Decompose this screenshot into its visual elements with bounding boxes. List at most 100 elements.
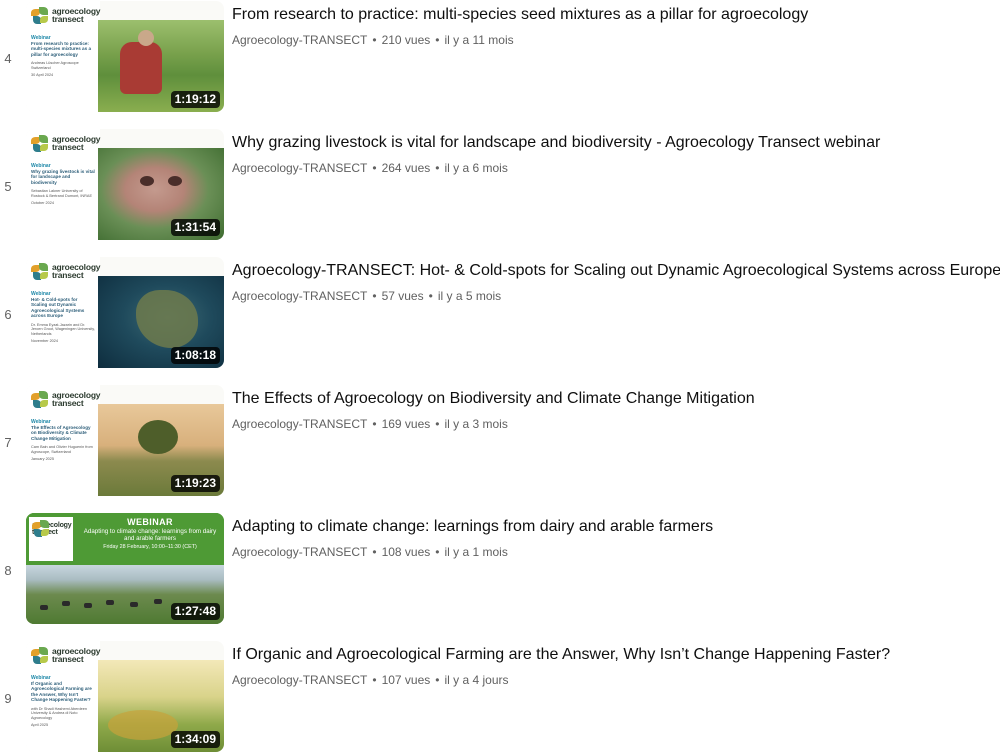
agroecology-transect-logo-icon: agroecologytransect (31, 135, 101, 157)
separator-dot: • (428, 289, 433, 303)
channel-name[interactable]: Agroecology-TRANSECT (232, 161, 367, 175)
slide-title: From research to practice: multi-species… (31, 41, 92, 57)
playlist-video-list: 4 agroecology transect Webinar From resea… (0, 0, 1000, 755)
agroecology-transect-logo-icon: agroecologytransect (31, 391, 101, 413)
playlist-index: 5 (4, 179, 12, 194)
upload-age: il y a 11 mois (444, 33, 514, 47)
agroecology-transect-logo-icon: agroecologytransect (29, 517, 73, 561)
channel-name[interactable]: Agroecology-TRANSECT (232, 545, 367, 559)
duration-badge: 1:31:54 (170, 219, 220, 236)
slide-date: 30 April 2024 (31, 73, 54, 78)
duration-badge: 1:27:48 (170, 603, 220, 620)
banner-kicker: WEBINAR (127, 517, 173, 527)
playlist-item[interactable]: 4 agroecology transect Webinar From resea… (0, 1, 1000, 113)
view-count: 107 vues (381, 673, 431, 687)
video-metadata: Agroecology-TRANSECT • 210 vues • il y a 11 … (232, 33, 1000, 47)
separator-dot: • (435, 33, 440, 47)
view-count: 108 vues (381, 545, 431, 559)
channel-name[interactable]: Agroecology-TRANSECT (232, 289, 367, 303)
video-thumbnail[interactable]: agroecology transect Webinar From researc… (26, 1, 224, 112)
video-metadata: Agroecology-TRANSECT • 264 vues • il y a 6 m… (232, 161, 1000, 175)
video-thumbnail[interactable]: agroecologytransect WEBINAR Adapting to … (26, 513, 224, 624)
agroecology-transect-logo-icon: agroecologytransect (31, 7, 101, 29)
banner-date: Friday 28 February, 10:00–11:30 (CET) (103, 544, 197, 551)
upload-age: il y a 5 mois (437, 289, 502, 303)
video-title[interactable]: Adapting to climate change: learnings fr… (232, 517, 1000, 537)
channel-name[interactable]: Agroecology-TRANSECT (232, 33, 367, 47)
separator-dot: • (372, 673, 377, 687)
playlist-index: 6 (4, 307, 12, 322)
video-info: Adapting to climate change: learnings fr… (232, 517, 1000, 559)
video-metadata: Agroecology-TRANSECT • 108 vues • il y a 1 m… (232, 545, 1000, 559)
video-title[interactable]: From research to practice: multi-species… (232, 5, 1000, 25)
slide-speakers: Andreas Lüscher Agroscope Switzerland (31, 61, 79, 70)
video-thumbnail[interactable]: agroecology transect Webinar If Organic a… (26, 641, 224, 752)
thumbnail-slide: agroecology transect Webinar Hot- & Cold-… (26, 257, 101, 368)
view-count: 57 vues (381, 289, 424, 303)
slide-speakers: Sebastian Lakner University of Rostock &… (31, 189, 92, 198)
thumbnail-slide: agroecology transect Webinar The Effects … (26, 385, 101, 496)
banner-title: Adapting to climate change: learnings fr… (83, 528, 217, 543)
slide-date: October 2024 (31, 201, 55, 206)
slide-date: January 2025 (31, 457, 55, 462)
separator-dot: • (435, 417, 440, 431)
upload-age: il y a 4 jours (444, 673, 509, 687)
playlist-item[interactable]: 7 agroecology transect Webinar The Effect… (0, 385, 1000, 497)
channel-name[interactable]: Agroecology-TRANSECT (232, 673, 367, 687)
thumbnail-slide: agroecology transect Webinar Why grazing … (26, 129, 101, 240)
playlist-index: 9 (4, 691, 12, 706)
slide-date: November 2024 (31, 339, 59, 344)
video-thumbnail[interactable]: agroecology transect Webinar Why grazing … (26, 129, 224, 240)
view-count: 169 vues (381, 417, 431, 431)
playlist-index: 7 (4, 435, 12, 450)
slide-date: April 2025 (31, 723, 49, 728)
upload-age: il y a 1 mois (444, 545, 508, 559)
duration-badge: 1:19:12 (170, 91, 220, 108)
slide-speakers: with Dr Shadi Hashemi Aberdeen Universit… (31, 706, 87, 720)
agroecology-transect-logo-icon: agroecologytransect (31, 263, 101, 285)
video-title[interactable]: Why grazing livestock is vital for lands… (232, 133, 1000, 153)
separator-dot: • (372, 161, 377, 175)
video-title[interactable]: Agroecology-TRANSECT: Hot- & Cold-spots … (232, 261, 1000, 281)
separator-dot: • (372, 33, 377, 47)
separator-dot: • (372, 545, 377, 559)
channel-name[interactable]: Agroecology-TRANSECT (232, 417, 367, 431)
video-thumbnail[interactable]: agroecology transect Webinar Hot- & Cold-… (26, 257, 224, 368)
view-count: 264 vues (381, 161, 431, 175)
playlist-item[interactable]: 9 agroecology transect Webinar If Organic… (0, 641, 1000, 753)
video-title[interactable]: The Effects of Agroecology on Biodiversi… (232, 389, 1000, 409)
slide-title: Hot- & Cold-spots for Scaling out Dynami… (31, 297, 85, 319)
separator-dot: • (435, 161, 440, 175)
slide-speakers: Cam Bain and Olivier Huguenin from Agros… (31, 445, 93, 454)
agroecology-transect-logo-icon: agroecologytransect (31, 647, 101, 669)
separator-dot: • (435, 545, 440, 559)
thumbnail-slide: agroecology transect Webinar From researc… (26, 1, 101, 112)
slide-title: The Effects of Agroecology on Biodiversi… (31, 425, 91, 441)
thumbnail-banner: agroecologytransect WEBINAR Adapting to … (26, 513, 224, 565)
separator-dot: • (372, 417, 377, 431)
video-info: If Organic and Agroecological Farming ar… (232, 645, 1000, 687)
playlist-index: 8 (4, 563, 12, 578)
video-info: From research to practice: multi-species… (232, 5, 1000, 47)
duration-badge: 1:34:09 (170, 731, 220, 748)
slide-title: If Organic and Agroecological Farming ar… (31, 681, 92, 703)
playlist-item[interactable]: 5 agroecology transect Webinar Why grazin… (0, 129, 1000, 241)
slide-speakers: Dr. Emma Eyzat-Jazarin and Dr. Jeroen Gr… (31, 322, 95, 336)
duration-badge: 1:19:23 (170, 475, 220, 492)
video-metadata: Agroecology-TRANSECT • 107 vues • il y a 4 j… (232, 673, 1000, 687)
video-info: The Effects of Agroecology on Biodiversi… (232, 389, 1000, 431)
video-info: Why grazing livestock is vital for lands… (232, 133, 1000, 175)
video-metadata: Agroecology-TRANSECT • 57 vues • il y a 5 mo… (232, 289, 1000, 303)
video-thumbnail[interactable]: agroecology transect Webinar The Effects … (26, 385, 224, 496)
video-info: Agroecology-TRANSECT: Hot- & Cold-spots … (232, 261, 1000, 303)
view-count: 210 vues (381, 33, 431, 47)
playlist-item[interactable]: 6 agroecology transect Webinar Hot- & Col… (0, 257, 1000, 369)
upload-age: il y a 6 mois (444, 161, 508, 175)
duration-badge: 1:08:18 (170, 347, 220, 364)
slide-title: Why grazing livestock is vital for lands… (31, 169, 95, 185)
separator-dot: • (372, 289, 377, 303)
video-metadata: Agroecology-TRANSECT • 169 vues • il y a 3 m… (232, 417, 1000, 431)
playlist-index: 4 (4, 51, 12, 66)
video-title[interactable]: If Organic and Agroecological Farming ar… (232, 645, 1000, 665)
playlist-item[interactable]: 8 agroecologytransect WEBINAR Adapting t… (0, 513, 1000, 625)
